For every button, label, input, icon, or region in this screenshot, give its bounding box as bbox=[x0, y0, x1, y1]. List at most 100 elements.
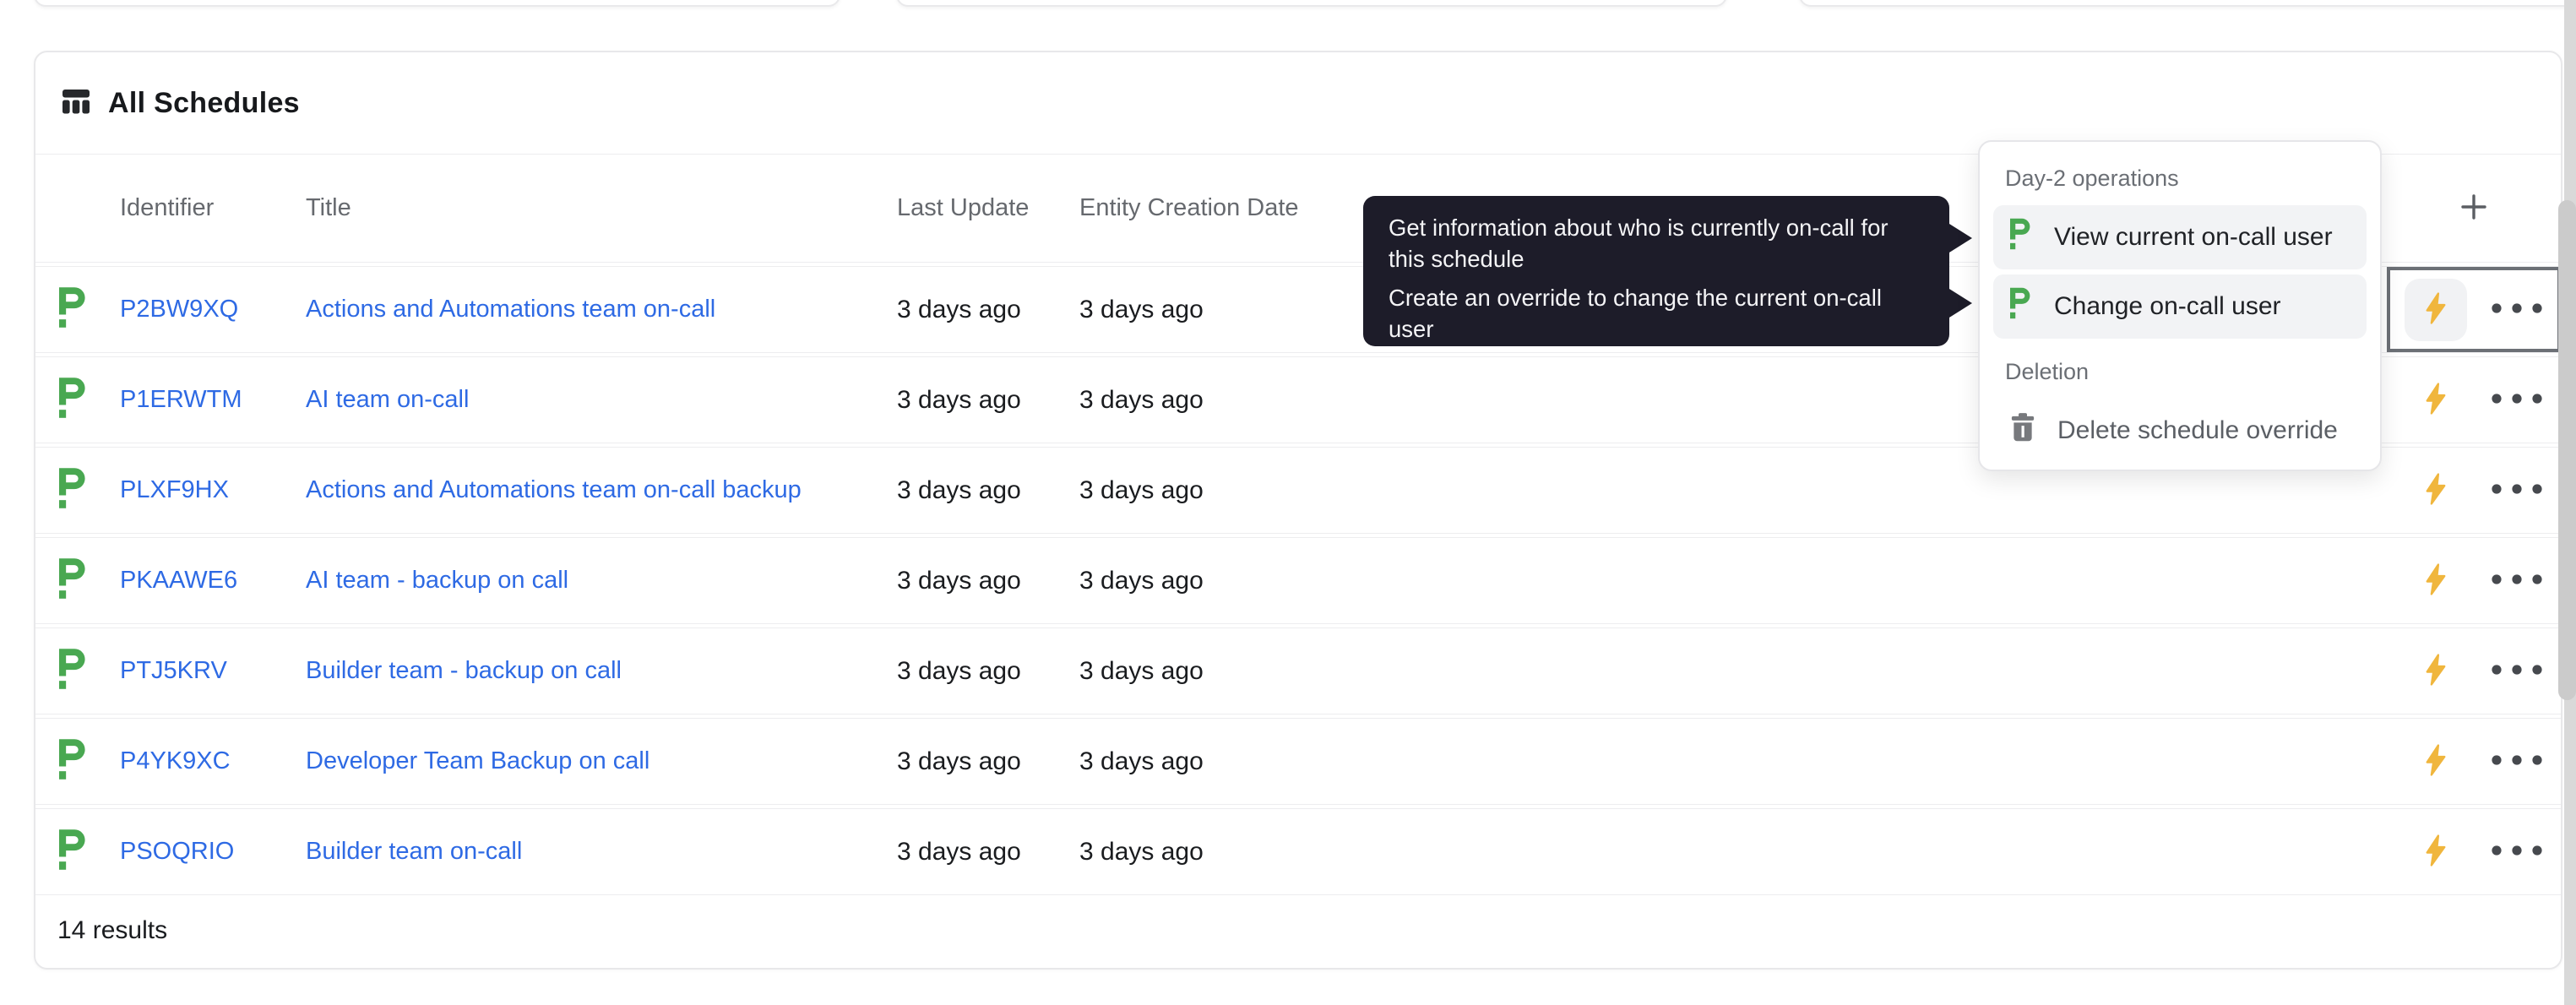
last-update-value: 3 days ago bbox=[897, 295, 1021, 323]
row-actions-cell bbox=[2387, 719, 2561, 804]
row-actions-cell bbox=[2387, 538, 2561, 623]
schedule-identifier-link[interactable]: P1ERWTM bbox=[120, 386, 242, 413]
trash-icon bbox=[2010, 413, 2035, 448]
partial-card-top-middle bbox=[896, 0, 1727, 7]
menu-section-label: Deletion bbox=[2005, 359, 2090, 384]
pagerduty-icon bbox=[59, 287, 88, 332]
column-header-identifier: Identifier bbox=[120, 194, 215, 221]
add-schedule-button[interactable] bbox=[2451, 186, 2497, 231]
ellipsis-icon bbox=[2491, 302, 2543, 317]
schedule-title-link[interactable]: AI team - backup on call bbox=[306, 567, 568, 594]
lightning-icon bbox=[2424, 563, 2448, 598]
entity-creation-date-value: 3 days ago bbox=[1079, 295, 1204, 323]
entity-creation-date-value: 3 days ago bbox=[1079, 747, 1204, 775]
menu-item-delete-schedule-override[interactable]: Delete schedule override bbox=[1993, 399, 2367, 463]
row-actions-cell bbox=[2387, 809, 2561, 894]
lightning-icon bbox=[2424, 654, 2448, 688]
menu-item-view-current-on-call-user[interactable]: View current on-call user bbox=[1993, 205, 2367, 269]
menu-item-label: Delete schedule override bbox=[2057, 416, 2338, 444]
lightning-icon bbox=[2424, 383, 2448, 417]
last-update-value: 3 days ago bbox=[897, 656, 1021, 685]
column-header-title: Title bbox=[306, 194, 351, 221]
schedule-identifier-link[interactable]: PKAAWE6 bbox=[120, 567, 237, 594]
entity-creation-date-value: 3 days ago bbox=[1079, 837, 1204, 866]
column-header-last-update: Last Update bbox=[897, 194, 1030, 221]
last-update-value: 3 days ago bbox=[897, 837, 1021, 866]
quick-actions-button[interactable] bbox=[2405, 731, 2467, 793]
schedule-identifier-link[interactable]: PLXF9HX bbox=[120, 476, 229, 503]
pagerduty-icon bbox=[59, 558, 88, 603]
lightning-icon bbox=[2424, 473, 2448, 508]
last-update-value: 3 days ago bbox=[897, 566, 1021, 595]
ellipsis-icon bbox=[2491, 754, 2543, 769]
entity-creation-date-value: 3 days ago bbox=[1079, 656, 1204, 685]
row-actions-cell bbox=[2387, 267, 2561, 352]
table-row[interactable]: P4YK9XC Developer Team Backup on call 3 … bbox=[35, 718, 2561, 805]
last-update-value: 3 days ago bbox=[897, 385, 1021, 414]
ellipsis-icon bbox=[2491, 573, 2543, 588]
schedule-title-link[interactable]: Actions and Automations team on-call bac… bbox=[306, 476, 802, 503]
row-context-menu: Day-2 operations View current on-call us… bbox=[1978, 140, 2382, 471]
schedule-identifier-link[interactable]: PSOQRIO bbox=[120, 838, 234, 865]
schedule-identifier-link[interactable]: PTJ5KRV bbox=[120, 657, 227, 684]
ellipsis-icon bbox=[2491, 483, 2543, 497]
row-menu-button[interactable] bbox=[2491, 845, 2543, 859]
tooltip-line: Get information about who is currently o… bbox=[1389, 215, 1889, 272]
pagerduty-icon bbox=[59, 468, 88, 513]
row-menu-button[interactable] bbox=[2491, 393, 2543, 407]
menu-section-label: Day-2 operations bbox=[2005, 166, 2179, 191]
quick-actions-button[interactable] bbox=[2405, 278, 2467, 341]
results-count: 14 results bbox=[57, 916, 168, 944]
quick-actions-button[interactable] bbox=[2405, 640, 2467, 703]
pagerduty-icon bbox=[2010, 218, 2032, 257]
schedule-title-link[interactable]: AI team on-call bbox=[306, 386, 469, 413]
menu-item-label: Change on-call user bbox=[2054, 292, 2281, 320]
table-row[interactable]: PKAAWE6 AI team - backup on call 3 days … bbox=[35, 537, 2561, 624]
pagerduty-icon bbox=[59, 378, 88, 422]
pagerduty-icon bbox=[59, 829, 88, 874]
schedule-title-link[interactable]: Developer Team Backup on call bbox=[306, 747, 649, 774]
schedule-identifier-link[interactable]: P4YK9XC bbox=[120, 747, 231, 774]
schedule-title-link[interactable]: Builder team on-call bbox=[306, 838, 522, 865]
table-columns-icon bbox=[61, 86, 91, 121]
row-menu-button[interactable] bbox=[2491, 754, 2543, 769]
lightning-icon bbox=[2424, 834, 2448, 869]
row-menu-button[interactable] bbox=[2491, 302, 2543, 317]
entity-creation-date-value: 3 days ago bbox=[1079, 475, 1204, 504]
row-actions-cell bbox=[2387, 628, 2561, 714]
partial-card-top-left bbox=[34, 0, 840, 7]
row-menu-button[interactable] bbox=[2491, 483, 2543, 497]
pagerduty-icon bbox=[59, 739, 88, 784]
quick-actions-button[interactable] bbox=[2405, 369, 2467, 432]
pagerduty-icon bbox=[59, 649, 88, 693]
row-menu-button[interactable] bbox=[2491, 573, 2543, 588]
quick-actions-button[interactable] bbox=[2405, 459, 2467, 522]
pagerduty-icon bbox=[2010, 287, 2032, 326]
scrollbar-thumb[interactable] bbox=[2558, 200, 2576, 700]
card-header: All Schedules bbox=[35, 52, 2561, 155]
group-tooltip: Get information about who is currently o… bbox=[1363, 196, 1972, 346]
row-actions-cell bbox=[2387, 357, 2561, 443]
table-row[interactable]: PSOQRIO Builder team on-call 3 days ago … bbox=[35, 808, 2561, 895]
table-row[interactable]: PTJ5KRV Builder team - backup on call 3 … bbox=[35, 627, 2561, 714]
ellipsis-icon bbox=[2491, 393, 2543, 407]
last-update-value: 3 days ago bbox=[897, 747, 1021, 775]
menu-item-label: View current on-call user bbox=[2054, 223, 2333, 251]
last-update-value: 3 days ago bbox=[897, 475, 1021, 504]
schedule-title-link[interactable]: Actions and Automations team on-call bbox=[306, 296, 715, 323]
schedule-title-link[interactable]: Builder team - backup on call bbox=[306, 657, 622, 684]
schedule-identifier-link[interactable]: P2BW9XQ bbox=[120, 296, 238, 323]
entity-creation-date-value: 3 days ago bbox=[1079, 566, 1204, 595]
tooltip-arrow bbox=[1949, 289, 1972, 318]
plus-icon bbox=[2457, 190, 2491, 226]
tooltip-arrow bbox=[1949, 224, 1972, 253]
quick-actions-button[interactable] bbox=[2405, 821, 2467, 883]
partial-card-top-right bbox=[1799, 0, 2576, 7]
row-actions-cell bbox=[2387, 448, 2561, 533]
quick-actions-button[interactable] bbox=[2405, 550, 2467, 612]
menu-item-change-on-call-user[interactable]: Change on-call user bbox=[1993, 274, 2367, 339]
ellipsis-icon bbox=[2491, 664, 2543, 678]
page-title: All Schedules bbox=[108, 86, 300, 119]
ellipsis-icon bbox=[2491, 845, 2543, 859]
row-menu-button[interactable] bbox=[2491, 664, 2543, 678]
